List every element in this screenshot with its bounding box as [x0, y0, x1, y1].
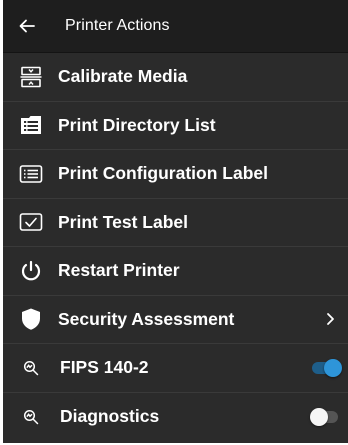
chevron-right-icon: [322, 311, 338, 327]
item-label: Print Test Label: [58, 211, 188, 232]
page-title: Printer Actions: [65, 17, 170, 34]
fips-toggle-switch[interactable]: [310, 358, 342, 378]
calibrate-media-item[interactable]: Calibrate Media: [3, 53, 348, 102]
configuration-label-icon: [19, 162, 43, 186]
item-label: Restart Printer: [58, 260, 180, 281]
fips-140-2-item: FIPS 140-2: [3, 344, 348, 393]
item-label: Security Assessment: [58, 308, 235, 329]
arrow-left-icon[interactable]: [17, 16, 37, 36]
magnify-icon: [21, 405, 41, 429]
printer-actions-panel: Printer Actions Calibrate Media Print Di…: [3, 0, 348, 443]
power-icon: [19, 259, 43, 283]
restart-printer-item[interactable]: Restart Printer: [3, 247, 348, 296]
toggle-knob: [324, 358, 342, 377]
diagnostics-item: Diagnostics: [3, 393, 348, 442]
print-directory-list-item[interactable]: Print Directory List: [3, 102, 348, 150]
item-label: Diagnostics: [60, 406, 160, 427]
print-configuration-label-item[interactable]: Print Configuration Label: [3, 150, 348, 199]
item-label: Print Directory List: [58, 114, 216, 135]
calibrate-icon: [19, 65, 43, 89]
item-label: Calibrate Media: [58, 66, 188, 87]
item-label: FIPS 140-2: [60, 357, 149, 378]
magnify-icon: [21, 356, 41, 380]
directory-list-icon: [19, 113, 43, 137]
security-assessment-item[interactable]: Security Assessment: [3, 296, 348, 344]
test-label-icon: [19, 210, 43, 234]
shield-icon: [19, 307, 43, 331]
toggle-knob: [310, 407, 328, 426]
print-test-label-item[interactable]: Print Test Label: [3, 199, 348, 247]
item-label: Print Configuration Label: [58, 163, 268, 184]
app-header: Printer Actions: [3, 0, 348, 53]
diagnostics-toggle-switch[interactable]: [310, 407, 340, 427]
